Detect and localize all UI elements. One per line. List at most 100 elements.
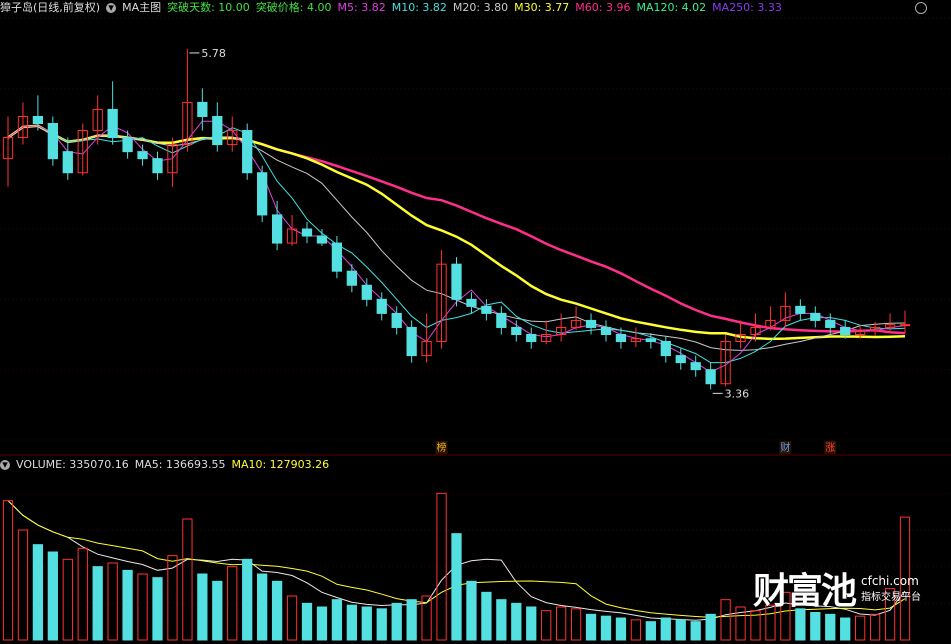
candle-body — [585, 319, 597, 328]
volume-bar — [869, 613, 881, 641]
event-marker: 榜 — [437, 441, 447, 454]
watermark-slogan: 指标交易平台 — [861, 591, 921, 603]
volume-bar — [257, 573, 268, 641]
ma250-value: MA250: 3.33 — [712, 1, 782, 14]
price-grid — [0, 17, 951, 441]
volume-value: VOLUME: 335070.16 — [16, 458, 129, 471]
watermark-domain: cfchi.com — [861, 573, 919, 588]
m10-value: M10: 3.82 — [391, 1, 447, 14]
volume-bar — [526, 606, 537, 641]
volume-bar — [556, 606, 567, 641]
volume-bar — [316, 606, 328, 641]
candle-body — [675, 355, 686, 364]
volume-bar — [197, 573, 208, 641]
volume-bar — [511, 602, 522, 641]
volume-legend: ▾ VOLUME: 335070.16 MA5: 136693.55 MA10:… — [0, 457, 329, 473]
ma-indicator-label[interactable]: MA主图 — [122, 0, 161, 16]
volume-bar — [541, 610, 552, 641]
volume-bar — [122, 569, 133, 641]
volume-bar — [92, 566, 103, 641]
volume-bar — [32, 544, 44, 641]
volume-bar — [301, 602, 313, 641]
candle-body — [122, 137, 133, 153]
candle-body — [152, 158, 163, 174]
volume-bar — [47, 551, 58, 641]
candle-body — [47, 123, 58, 160]
volume-bar — [286, 595, 298, 641]
volume-bar — [660, 617, 671, 641]
watermark-logo: 财富池 — [752, 571, 857, 612]
candle-body — [481, 305, 492, 314]
stock-chart: 5.78 3.36 榜 财 涨 — [0, 17, 951, 641]
volume-bar — [825, 613, 836, 641]
chevron-down-icon[interactable]: ▾ — [106, 2, 117, 13]
candle-body — [511, 326, 522, 336]
candle-body — [301, 228, 313, 237]
volume-bar — [271, 580, 283, 641]
candle-body — [840, 326, 851, 336]
volume-bar — [585, 613, 597, 641]
volume-bar — [466, 580, 477, 641]
candle-body — [496, 312, 507, 328]
candle-body — [705, 369, 716, 385]
candle-body — [346, 270, 357, 286]
candle-body — [316, 235, 328, 244]
candle-body — [271, 214, 283, 244]
volume-bar — [840, 617, 851, 641]
candle-body — [526, 334, 537, 343]
volume-bar — [675, 619, 686, 641]
m20-value: M20: 3.80 — [452, 1, 509, 14]
settings-circle-icon[interactable] — [915, 2, 927, 14]
vol-ma10-value: MA10: 127903.26 — [231, 458, 330, 471]
chevron-down-icon[interactable]: ▾ — [0, 459, 10, 470]
candle-body — [615, 334, 627, 343]
volume-bar — [690, 621, 701, 641]
candle-body — [451, 263, 462, 300]
volume-bar — [376, 608, 387, 641]
volume-bar — [2, 500, 14, 641]
volume-bar — [705, 613, 716, 641]
watermark: 财富池 cfchi.com 指标交易平台 — [753, 562, 921, 614]
volume-bar — [720, 599, 731, 641]
candle-body — [197, 101, 208, 117]
candle-body — [795, 305, 806, 314]
breakout-price: 突破价格: 4.00 — [255, 1, 332, 14]
candle-body — [32, 115, 44, 125]
low-price-label: 3.36 — [725, 387, 750, 400]
volume-bar — [137, 573, 148, 641]
candle-body — [376, 298, 387, 314]
volume-bar — [17, 529, 29, 641]
volume-bar — [855, 615, 866, 641]
volume-bar — [451, 533, 462, 641]
ma120-value: MA120: 4.02 — [636, 1, 707, 14]
candle-body — [242, 130, 253, 174]
main-legend: 獐子岛(日线,前复权) ▾ MA主图 突破天数: 10.00 突破价格: 4.0… — [0, 0, 782, 16]
candle-body — [391, 312, 402, 328]
candle-body — [406, 326, 417, 357]
candle-body — [825, 319, 836, 328]
volume-bar — [242, 558, 253, 641]
candle-body — [331, 242, 343, 272]
stock-title[interactable]: 獐子岛(日线,前复权) — [0, 0, 100, 16]
volume-bar — [406, 599, 417, 641]
volume-bar — [107, 562, 118, 641]
volume-bar — [212, 580, 223, 641]
candle-body — [810, 312, 821, 321]
candle-body — [645, 338, 656, 343]
candle-body — [690, 362, 701, 371]
candle-body — [466, 298, 477, 307]
candle-body — [899, 324, 911, 327]
high-price-label: 5.78 — [201, 47, 226, 60]
volume-bar — [152, 577, 163, 641]
volume-bar — [481, 591, 492, 641]
candle-body — [62, 151, 73, 174]
candle-body — [137, 151, 148, 160]
breakout-days: 突破天数: 10.00 — [167, 1, 250, 14]
m5-value: M5: 3.82 — [337, 1, 386, 14]
volume-bar — [331, 599, 343, 641]
volume-bar — [62, 558, 73, 641]
volume-bar — [630, 619, 642, 641]
volume-bar — [361, 606, 372, 641]
volume-bar — [391, 602, 402, 641]
m60-value: M60: 3.96 — [575, 1, 631, 14]
